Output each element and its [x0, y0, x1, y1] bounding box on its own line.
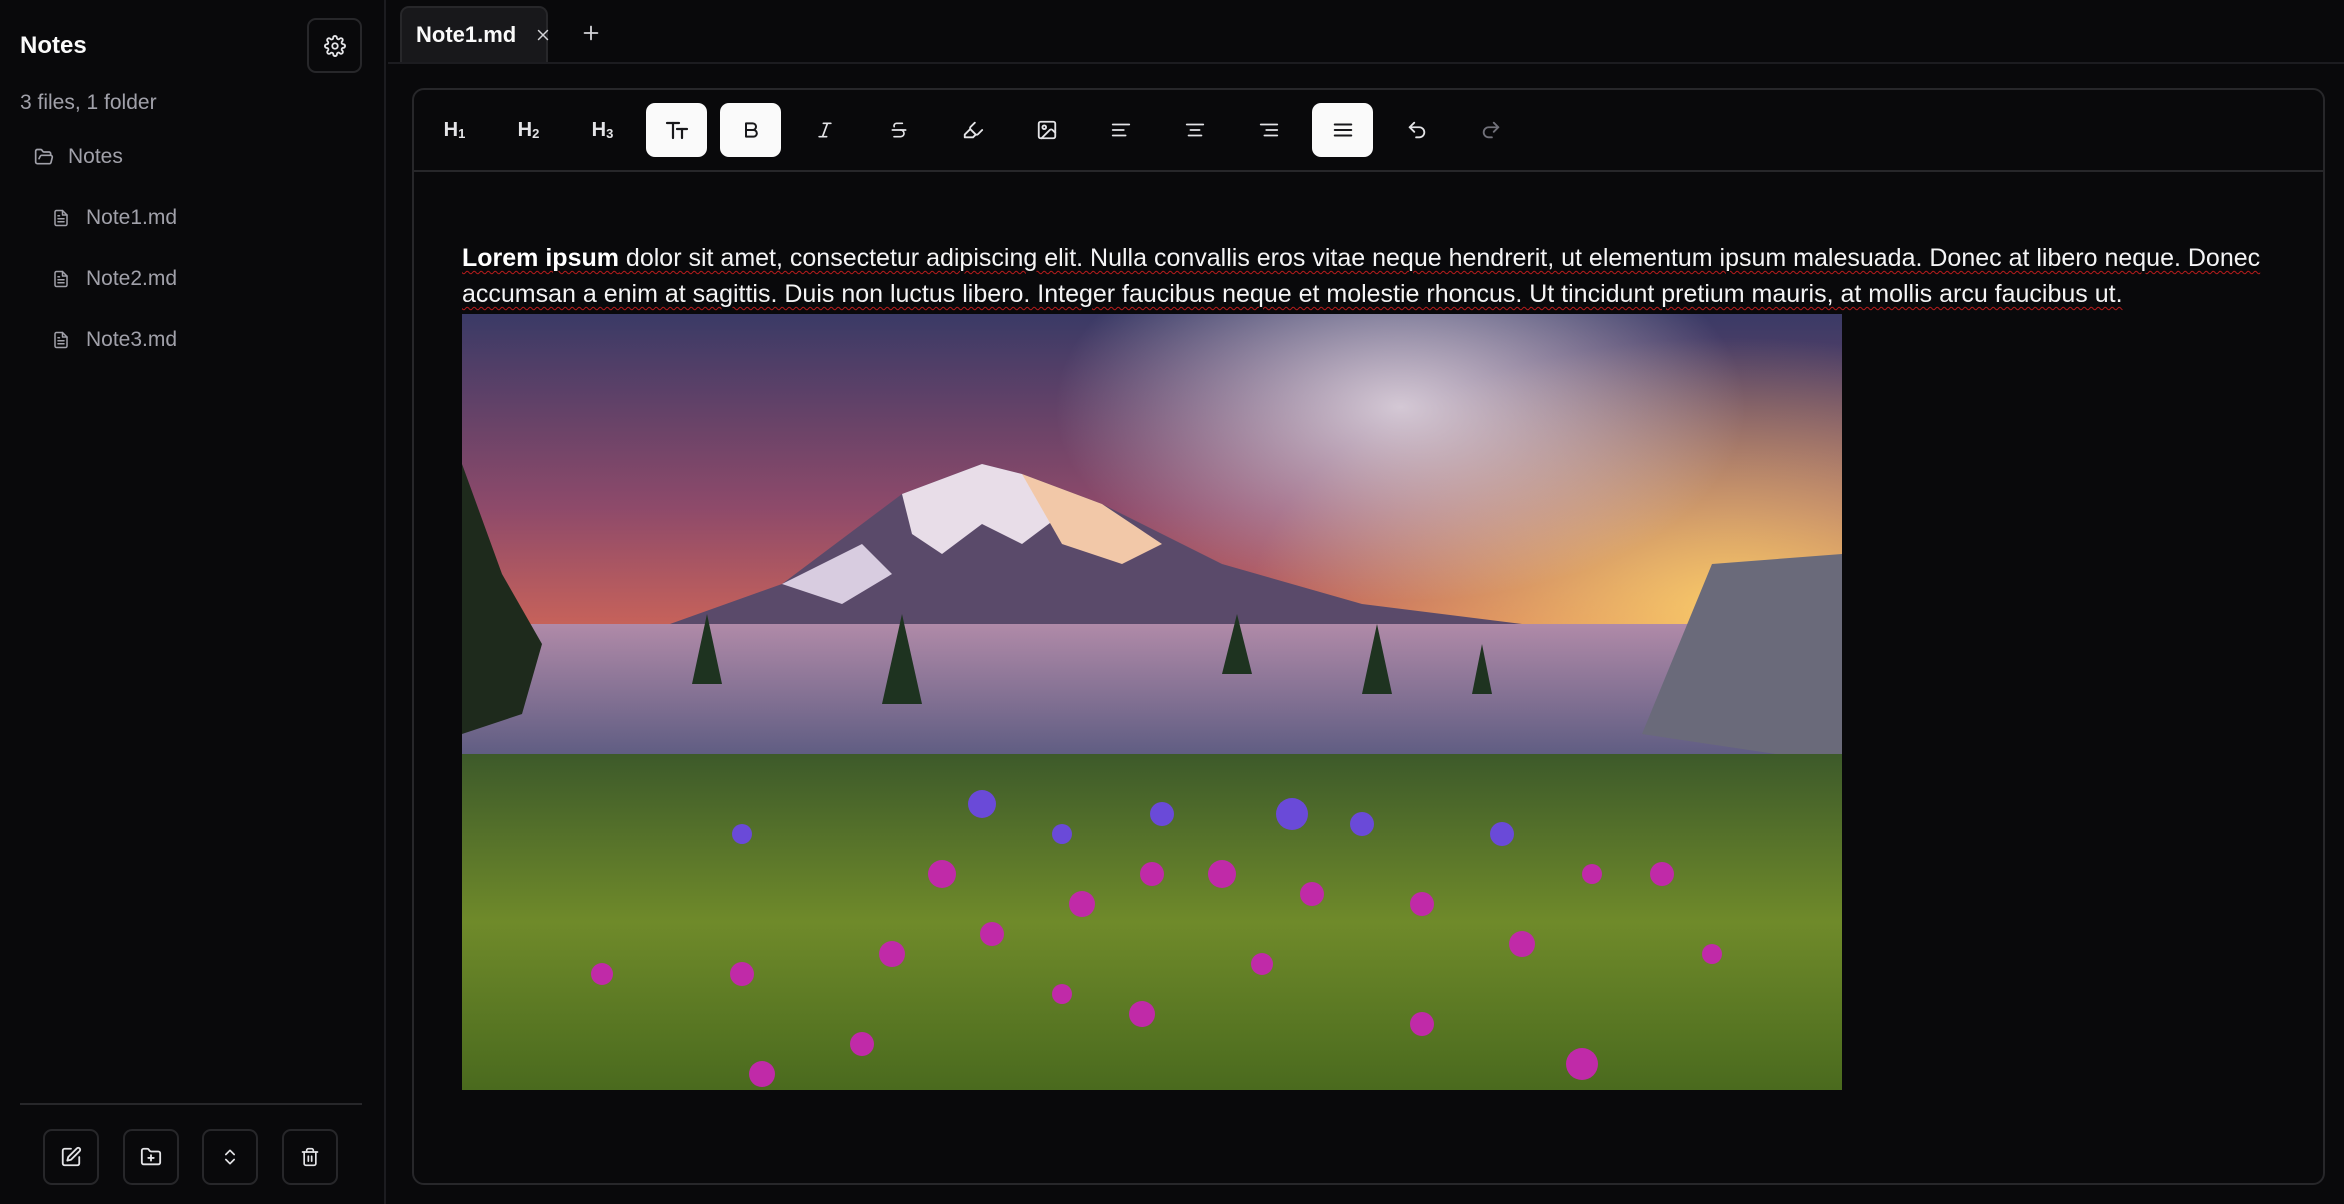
- align-left-button[interactable]: [1090, 103, 1151, 157]
- insert-image-button[interactable]: [1016, 103, 1077, 157]
- expand-collapse-icon: [225, 1149, 235, 1165]
- align-center-button[interactable]: [1164, 103, 1225, 157]
- folder-open-icon: [34, 148, 54, 165]
- highlight-button[interactable]: [942, 103, 1003, 157]
- h3-icon: H3: [591, 118, 614, 141]
- gear-icon: [323, 34, 346, 57]
- editor-toolbar: H1 H2 H3: [414, 90, 2323, 172]
- h2-icon: H2: [517, 118, 540, 141]
- strikethrough-icon: [891, 122, 906, 138]
- italic-button[interactable]: [794, 103, 855, 157]
- file-text-icon: [54, 270, 68, 288]
- strikethrough-button[interactable]: [868, 103, 929, 157]
- editor-content[interactable]: Lorem ipsum dolor sit amet, consectetur …: [462, 240, 2282, 312]
- align-left-icon: [1111, 123, 1130, 137]
- heading2-button[interactable]: H2: [498, 103, 559, 157]
- redo-button[interactable]: [1460, 103, 1521, 157]
- new-note-icon: [61, 1146, 82, 1167]
- redo-icon: [1482, 121, 1499, 139]
- editor: H1 H2 H3 Lorem ipsum dolor sit amet, con…: [412, 88, 2325, 1185]
- undo-button[interactable]: [1386, 103, 1447, 157]
- new-folder-button[interactable]: [123, 1129, 179, 1185]
- h1-icon: H1: [443, 118, 466, 141]
- bold-icon: [744, 122, 758, 138]
- tab-close-button[interactable]: [534, 24, 552, 46]
- mountain-landscape-image: [462, 314, 1842, 1090]
- bold-button[interactable]: [720, 103, 781, 157]
- sidebar: Notes 3 files, 1 folder Notes Note1.md N…: [0, 0, 386, 1204]
- tree-folder-label: Notes: [68, 145, 123, 168]
- tree-file-label: Note1.md: [86, 206, 178, 229]
- align-right-button[interactable]: [1238, 103, 1299, 157]
- tab-note1[interactable]: Note1.md: [400, 6, 549, 62]
- trash-icon: [301, 1147, 319, 1167]
- tree-file-label: Note2.md: [86, 267, 178, 290]
- tab-bar: Note1.md: [388, 0, 2344, 64]
- text-size-button[interactable]: [646, 103, 707, 157]
- image-icon: [1037, 120, 1056, 140]
- heading3-button[interactable]: H3: [572, 103, 633, 157]
- tree-folder-notes[interactable]: Notes: [34, 140, 123, 174]
- new-note-button[interactable]: [43, 1129, 99, 1185]
- italic-icon: [817, 122, 832, 138]
- embedded-image[interactable]: [462, 314, 1842, 1090]
- plus-icon: [583, 25, 599, 41]
- sidebar-title: Notes: [20, 32, 87, 59]
- align-right-icon: [1259, 123, 1278, 137]
- heading1-button[interactable]: H1: [424, 103, 485, 157]
- delete-button[interactable]: [282, 1129, 338, 1185]
- expand-collapse-button[interactable]: [202, 1129, 258, 1185]
- new-folder-icon: [140, 1147, 162, 1166]
- align-justify-button[interactable]: [1312, 103, 1373, 157]
- tree-file-note3[interactable]: Note3.md: [52, 323, 177, 357]
- file-text-icon: [54, 209, 68, 227]
- tree-file-note2[interactable]: Note2.md: [52, 262, 177, 296]
- close-icon: [538, 29, 549, 41]
- tab-label: Note1.md: [416, 22, 517, 47]
- file-count: 3 files, 1 folder: [20, 91, 157, 114]
- paragraph[interactable]: Lorem ipsum dolor sit amet, consectetur …: [462, 240, 2282, 312]
- bold-text: Lorem ipsum: [462, 244, 619, 272]
- tree-file-note1[interactable]: Note1.md: [52, 201, 177, 235]
- align-justify-icon: [1333, 123, 1352, 137]
- file-text-icon: [54, 331, 68, 349]
- highlighter-icon: [963, 121, 983, 139]
- align-center-icon: [1185, 123, 1204, 137]
- sidebar-divider: [20, 1103, 362, 1105]
- settings-button[interactable]: [307, 18, 362, 73]
- paragraph-text: dolor sit amet, consectetur adipiscing e…: [462, 244, 2261, 308]
- undo-icon: [1408, 121, 1425, 139]
- new-tab-button[interactable]: [578, 20, 604, 46]
- tree-file-label: Note3.md: [86, 328, 178, 351]
- text-size-icon: [665, 121, 688, 140]
